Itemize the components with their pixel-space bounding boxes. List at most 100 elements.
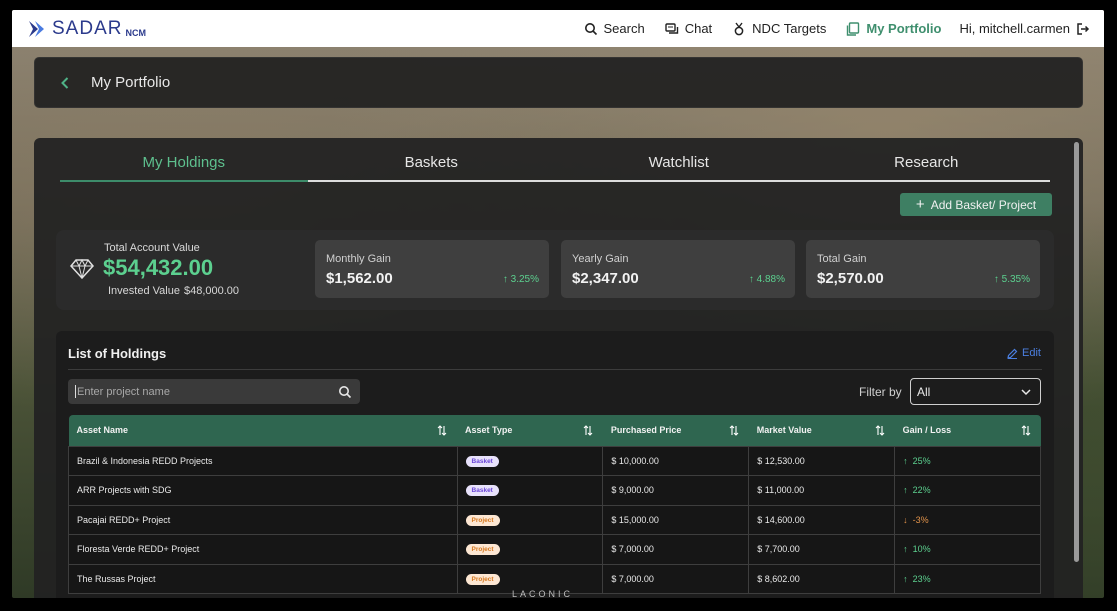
- cell-asset-name: ARR Projects with SDG: [68, 475, 458, 506]
- nav-ndc-targets[interactable]: NDC Targets: [732, 21, 826, 36]
- scrollbar[interactable]: [1074, 142, 1079, 562]
- total-gain-card: Total Gain $2,570.00 ↑ 5.35%: [806, 240, 1040, 298]
- tab-research[interactable]: Research: [803, 150, 1051, 180]
- type-badge: Project: [465, 514, 500, 526]
- total-account-value: $54,432.00: [103, 255, 214, 280]
- gain-pct-value: 4.88%: [756, 274, 785, 285]
- cell-purchased-price: $ 15,000.00: [602, 504, 750, 535]
- gain-value: 10%: [912, 544, 931, 555]
- gain-card-label: Total Gain: [817, 253, 867, 265]
- nav-chat[interactable]: Chat: [665, 21, 712, 36]
- pencil-icon: [1007, 348, 1018, 359]
- nav-search-label: Search: [603, 21, 645, 36]
- divider: [68, 369, 1042, 370]
- type-badge: Project: [465, 573, 500, 585]
- column-label: Market Value: [756, 425, 812, 436]
- arrow-up-icon: ↑: [903, 455, 913, 466]
- tab-watchlist[interactable]: Watchlist: [555, 150, 803, 180]
- search-icon: [584, 22, 597, 35]
- app-window: SADAR NCM Search Chat NDC Targets My Por…: [12, 10, 1104, 598]
- invested-value-amount: $48,000.00: [183, 285, 240, 297]
- gain-card-label: Monthly Gain: [326, 253, 391, 265]
- project-search: [68, 379, 360, 404]
- sort-icon[interactable]: [875, 425, 885, 436]
- gain-card-pct: ↑ 4.88%: [749, 274, 785, 285]
- column-label: Purchased Price: [610, 425, 682, 436]
- gain-pct-value: 5.35%: [1001, 274, 1030, 285]
- column-header-gain-loss[interactable]: Gain / Loss: [894, 415, 1041, 446]
- type-badge: Basket: [465, 485, 499, 497]
- nav-my-portfolio[interactable]: My Portfolio: [846, 21, 941, 36]
- arrow-down-icon: ↓: [903, 514, 913, 525]
- cell-gain-loss: ↑ 10%: [894, 534, 1041, 565]
- arrow-up-icon: ↑: [903, 544, 913, 555]
- nav-links: Search Chat NDC Targets My Portfolio Hi,…: [564, 10, 1091, 47]
- holdings-table: Asset Name Asset Type Purchased Price Ma…: [68, 415, 1041, 594]
- footer-watermark: LACONIC: [512, 589, 574, 599]
- holdings-section: List of Holdings Edit Filter by All: [56, 331, 1054, 598]
- sort-icon[interactable]: [437, 425, 447, 436]
- table-row[interactable]: Brazil & Indonesia REDD Projects Basket …: [68, 445, 1041, 476]
- cell-asset-name: Floresta Verde REDD+ Project: [68, 534, 458, 565]
- portfolio-panel: My Holdings Baskets Watchlist Research +…: [34, 138, 1083, 598]
- gain-card-pct: ↑ 3.25%: [503, 274, 539, 285]
- cell-asset-name: The Russas Project: [68, 563, 458, 594]
- medal-icon: [734, 22, 744, 35]
- edit-button[interactable]: Edit: [1007, 347, 1041, 359]
- invested-value: Invested Value $48,000.00: [104, 285, 239, 297]
- cell-purchased-price: $ 10,000.00: [602, 445, 750, 476]
- cell-purchased-price: $ 7,000.00: [602, 534, 750, 565]
- column-label: Gain / Loss: [902, 425, 952, 436]
- table-row[interactable]: Pacajai REDD+ Project Project $ 15,000.0…: [68, 504, 1041, 535]
- cell-gain-loss: ↓ -3%: [894, 504, 1041, 535]
- cell-market-value: $ 8,602.00: [748, 563, 896, 594]
- back-button[interactable]: [55, 73, 75, 93]
- chat-icon: [665, 22, 678, 34]
- table-row[interactable]: ARR Projects with SDG Basket $ 9,000.00 …: [68, 475, 1041, 506]
- nav-chat-label: Chat: [684, 21, 713, 36]
- filter-select[interactable]: All: [910, 378, 1041, 405]
- chevron-down-icon: [1021, 389, 1031, 396]
- yearly-gain-card: Yearly Gain $2,347.00 ↑ 4.88%: [561, 240, 795, 298]
- column-label: Asset Name: [76, 425, 129, 436]
- edit-label: Edit: [1022, 347, 1041, 359]
- table-row[interactable]: Floresta Verde REDD+ Project Project $ 7…: [68, 534, 1041, 565]
- logout-icon[interactable]: [1076, 22, 1090, 36]
- nav-search[interactable]: Search: [584, 21, 645, 36]
- portfolio-icon: [847, 21, 860, 36]
- holdings-title: List of Holdings: [68, 346, 167, 361]
- nav-user[interactable]: Hi, mitchell.carmen: [959, 21, 1090, 36]
- add-basket-project-button[interactable]: + Add Basket/ Project: [900, 193, 1052, 216]
- table-header-row: Asset Name Asset Type Purchased Price Ma…: [68, 415, 1041, 446]
- column-header-asset-name[interactable]: Asset Name: [68, 415, 458, 446]
- cell-gain-loss: ↑ 22%: [894, 475, 1041, 506]
- search-input[interactable]: [75, 385, 338, 398]
- nav-portfolio-label: My Portfolio: [866, 21, 942, 36]
- gain-value: 22%: [912, 485, 931, 496]
- cell-purchased-price: $ 7,000.00: [602, 563, 750, 594]
- tab-baskets[interactable]: Baskets: [308, 150, 556, 180]
- sort-icon[interactable]: [583, 425, 593, 436]
- user-greeting: Hi, mitchell.carmen: [959, 21, 1070, 36]
- search-icon[interactable]: [338, 385, 352, 399]
- logo-icon: [29, 20, 44, 37]
- cell-asset-name: Brazil & Indonesia REDD Projects: [68, 445, 458, 476]
- gain-card-pct: ↑ 5.35%: [994, 274, 1030, 285]
- gain-card-value: $1,562.00: [326, 270, 393, 287]
- type-badge: Project: [465, 544, 500, 556]
- tab-bar: My Holdings Baskets Watchlist Research: [60, 150, 1050, 182]
- tab-my-holdings[interactable]: My Holdings: [60, 150, 308, 182]
- column-header-asset-type[interactable]: Asset Type: [457, 415, 603, 446]
- cell-market-value: $ 7,700.00: [748, 534, 896, 565]
- sort-icon[interactable]: [729, 425, 739, 436]
- cell-asset-type: Project: [456, 534, 604, 565]
- column-header-market-value[interactable]: Market Value: [748, 415, 895, 446]
- column-header-purchased-price[interactable]: Purchased Price: [602, 415, 749, 446]
- page-header: My Portfolio: [34, 57, 1083, 108]
- sort-icon[interactable]: [1021, 425, 1031, 436]
- brand-logo[interactable]: SADAR NCM: [27, 18, 146, 40]
- cell-market-value: $ 11,000.00: [748, 475, 896, 506]
- cell-asset-type: Basket: [456, 475, 604, 506]
- invested-value-label: Invested Value: [108, 285, 180, 297]
- column-label: Asset Type: [465, 425, 513, 436]
